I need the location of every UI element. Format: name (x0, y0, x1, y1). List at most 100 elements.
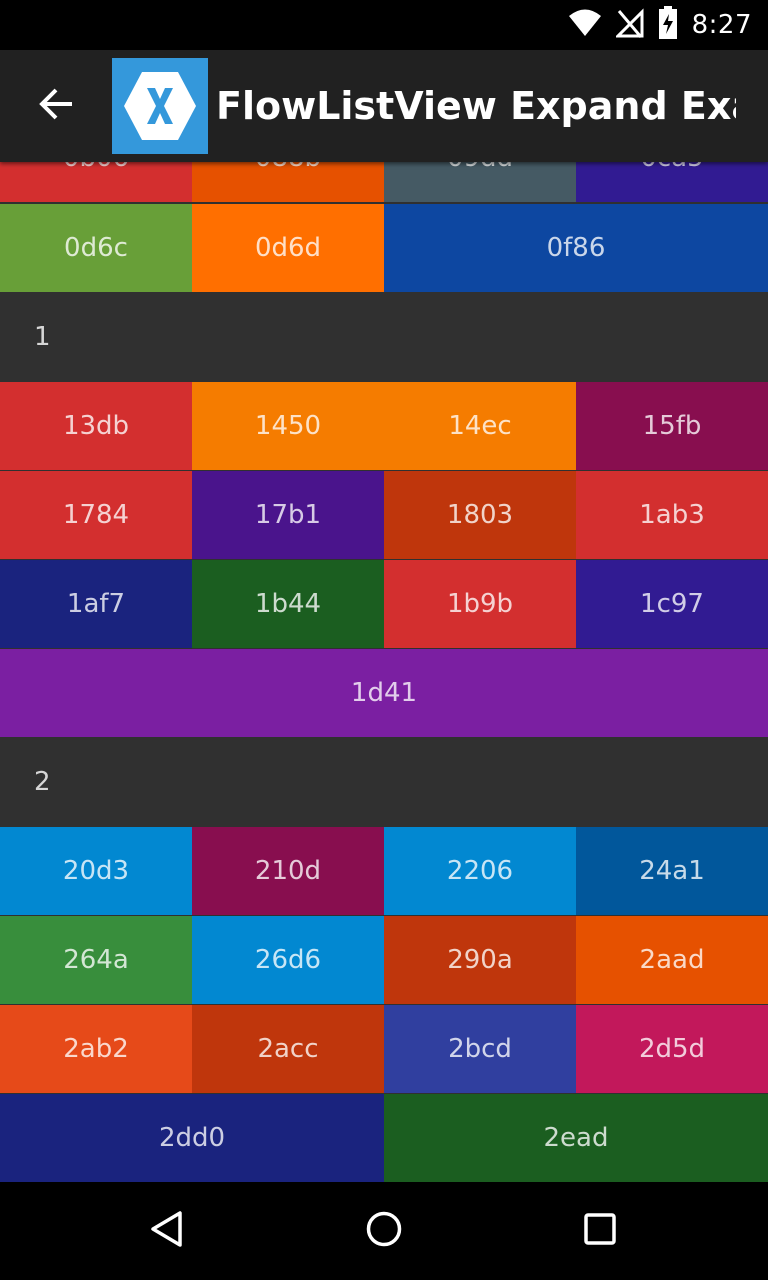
item-label: 14ec (448, 411, 512, 441)
item-label: 1b9b (446, 589, 514, 619)
item-label: 1450 (254, 411, 322, 441)
nav-home-button[interactable] (336, 1183, 432, 1279)
xamarin-logo-icon (112, 58, 208, 154)
list-item[interactable]: 13db (0, 382, 192, 470)
item-label: 0f86 (546, 233, 606, 263)
item-label: 13db (62, 411, 130, 441)
list-item[interactable]: 24a1 (576, 827, 768, 915)
list-item[interactable]: 0d6c (0, 204, 192, 292)
list-row: 0b06 088b 09dd 0ca5 (0, 162, 768, 202)
list-item[interactable]: 15fb (576, 382, 768, 470)
list-item[interactable]: 26d6 (192, 916, 384, 1004)
navigation-bar (0, 1182, 768, 1280)
list-item[interactable]: 1b44 (192, 560, 384, 648)
arrow-back-icon (36, 84, 76, 129)
list-item[interactable]: 09dd (384, 162, 576, 202)
app-title: FlowListView Expand Exa… (216, 84, 736, 128)
list-item[interactable]: 290a (384, 916, 576, 1004)
list-item[interactable]: 2206 (384, 827, 576, 915)
item-label: 2ab2 (63, 1034, 129, 1064)
item-label: 2ead (543, 1123, 609, 1153)
item-label: 290a (447, 945, 513, 975)
list-item[interactable]: 088b (192, 162, 384, 202)
wifi-icon (568, 9, 602, 42)
list-item[interactable]: 0b06 (0, 162, 192, 202)
item-label: 15fb (642, 411, 702, 441)
list-row: 1d41 (0, 649, 768, 737)
item-label: 2d5d (638, 1034, 706, 1064)
item-label: 1d41 (350, 678, 418, 708)
list-item[interactable]: 1784 (0, 471, 192, 559)
list-item[interactable]: 2ead (384, 1094, 768, 1182)
list-row: 1784 17b1 1803 1ab3 (0, 471, 768, 559)
item-label: 2bcd (448, 1034, 512, 1064)
list-item[interactable]: 1b9b (384, 560, 576, 648)
list-item[interactable]: 2dd0 (0, 1094, 384, 1182)
list-item[interactable]: 2bcd (384, 1005, 576, 1093)
item-label: 2aad (639, 945, 705, 975)
item-label: 0ca5 (640, 162, 703, 173)
no-signal-icon (613, 7, 644, 43)
back-button[interactable] (16, 66, 96, 146)
list-item[interactable]: 17b1 (192, 471, 384, 559)
group-header-label: 2 (34, 767, 51, 797)
battery-charging-icon (658, 5, 678, 45)
list-item[interactable]: 1d41 (0, 649, 768, 737)
nav-recents-button[interactable] (552, 1183, 648, 1279)
item-label: 2206 (446, 856, 514, 886)
list-item[interactable]: 1c97 (576, 560, 768, 648)
item-label: 1784 (62, 500, 130, 530)
item-label: 09dd (447, 162, 513, 173)
nav-back-button[interactable] (120, 1183, 216, 1279)
item-label: 0b06 (63, 162, 129, 173)
item-label: 2acc (257, 1034, 319, 1064)
screen: 8:27 FlowListView Expand Exa… 0b06 088b … (0, 0, 768, 1280)
recents-square-icon (580, 1209, 620, 1254)
item-label: 0d6c (64, 233, 128, 263)
list-item[interactable]: 2d5d (576, 1005, 768, 1093)
list-item[interactable]: 1ab3 (576, 471, 768, 559)
group-header: 2 (0, 738, 768, 826)
back-triangle-icon (148, 1209, 188, 1254)
list-row: 1af7 1b44 1b9b 1c97 (0, 560, 768, 648)
item-label: 1af7 (66, 589, 126, 619)
item-label: 1803 (446, 500, 514, 530)
list-item[interactable]: 0ca5 (576, 162, 768, 202)
list-row: 2dd0 2ead (0, 1094, 768, 1182)
home-circle-icon (364, 1209, 404, 1254)
item-label: 1ab3 (639, 500, 705, 530)
item-label: 20d3 (62, 856, 130, 886)
item-label: 088b (255, 162, 321, 173)
list-item[interactable]: 14ec (384, 382, 576, 470)
action-bar: FlowListView Expand Exa… (0, 50, 768, 162)
group-header-label: 1 (34, 322, 51, 352)
list-item[interactable]: 20d3 (0, 827, 192, 915)
item-label: 24a1 (639, 856, 705, 886)
group-header: 1 (0, 293, 768, 381)
item-label: 26d6 (254, 945, 322, 975)
list-item[interactable]: 2ab2 (0, 1005, 192, 1093)
list-item[interactable]: 264a (0, 916, 192, 1004)
list-row: 264a 26d6 290a 2aad (0, 916, 768, 1004)
list-row: 20d3 210d 2206 24a1 (0, 827, 768, 915)
list-item[interactable]: 1803 (384, 471, 576, 559)
item-label: 264a (63, 945, 129, 975)
list-item[interactable]: 0f86 (384, 204, 768, 292)
list-item[interactable]: 0d6d (192, 204, 384, 292)
flow-list-view[interactable]: 0b06 088b 09dd 0ca5 0d6c 0d6d 0f86 1 13d… (0, 162, 768, 1182)
item-label: 2dd0 (158, 1123, 226, 1153)
list-row: 0d6c 0d6d 0f86 (0, 204, 768, 292)
clock: 8:27 (691, 10, 752, 40)
status-bar: 8:27 (0, 0, 768, 50)
list-item[interactable]: 1af7 (0, 560, 192, 648)
list-row: 13db 1450 14ec 15fb (0, 382, 768, 470)
item-label: 1c97 (640, 589, 704, 619)
list-item[interactable]: 2acc (192, 1005, 384, 1093)
list-item[interactable]: 1450 (192, 382, 384, 470)
item-label: 210d (254, 856, 322, 886)
list-item[interactable]: 2aad (576, 916, 768, 1004)
item-label: 0d6d (254, 233, 322, 263)
item-label: 1b44 (254, 589, 322, 619)
list-row: 2ab2 2acc 2bcd 2d5d (0, 1005, 768, 1093)
list-item[interactable]: 210d (192, 827, 384, 915)
